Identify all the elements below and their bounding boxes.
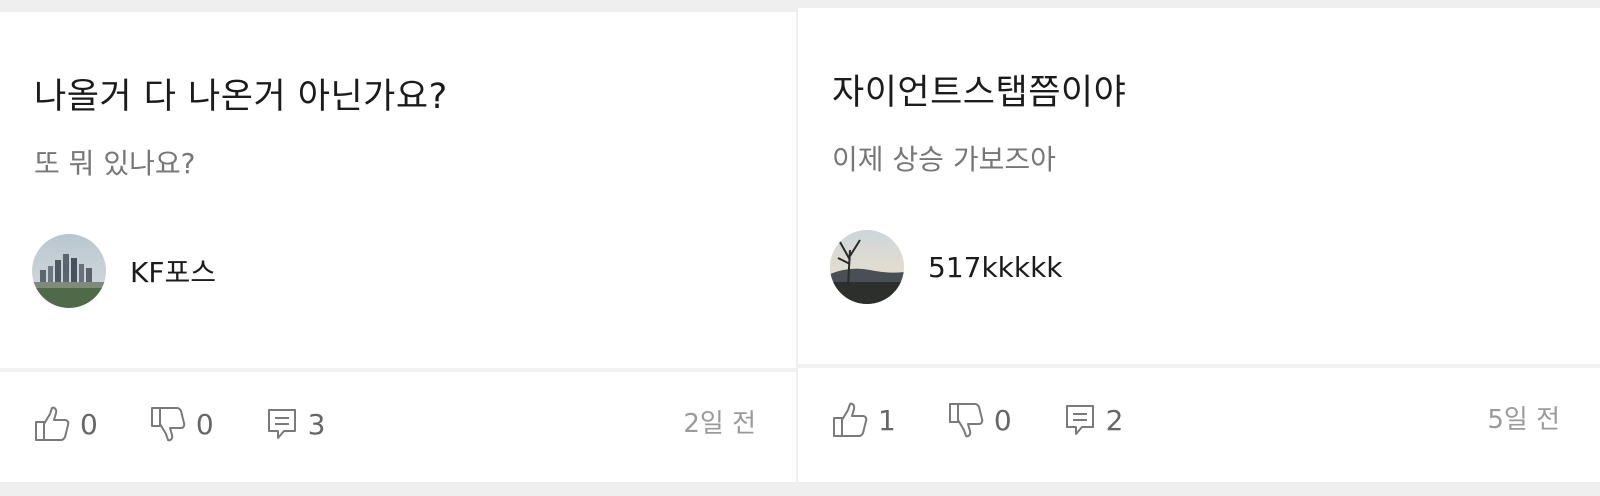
post-card[interactable]: 나올거 다 나온거 아닌가요? 또 뭐 있나요? KF포스 0 0 3 2일 전 bbox=[0, 12, 796, 482]
thumbs-down-icon bbox=[948, 401, 984, 439]
like-button[interactable]: 1 bbox=[832, 401, 896, 439]
username[interactable]: KF포스 bbox=[130, 251, 216, 291]
dislike-button[interactable]: 0 bbox=[150, 405, 214, 443]
divider bbox=[798, 364, 1600, 368]
comment-count: 2 bbox=[1105, 403, 1124, 437]
divider bbox=[0, 368, 796, 372]
post-body: 또 뭐 있나요? bbox=[34, 147, 196, 180]
comment-icon bbox=[266, 407, 298, 441]
post-actions: 0 0 3 bbox=[34, 404, 377, 444]
like-count: 0 bbox=[80, 407, 98, 441]
post-title[interactable]: 나올거 다 나온거 아닌가요? bbox=[34, 68, 448, 119]
comment-button[interactable]: 3 bbox=[266, 407, 326, 441]
thumbs-down-icon bbox=[150, 405, 186, 443]
post-author[interactable]: 517kkkkk bbox=[830, 230, 1063, 304]
dislike-button[interactable]: 0 bbox=[948, 401, 1012, 439]
avatar[interactable] bbox=[830, 230, 904, 304]
post-time: 2일 전 bbox=[683, 409, 756, 439]
thumbs-up-icon bbox=[832, 401, 868, 439]
post-actions: 1 0 2 bbox=[832, 400, 1175, 440]
dislike-count: 0 bbox=[993, 403, 1012, 437]
comment-count: 3 bbox=[307, 407, 326, 441]
post-title[interactable]: 자이언트스탭쯤이야 bbox=[832, 64, 1126, 115]
post-card[interactable]: 자이언트스탭쯤이야 이제 상승 가보즈아 517kkkkk 1 0 2 5일 전 bbox=[798, 8, 1600, 482]
username[interactable]: 517kkkkk bbox=[928, 251, 1063, 284]
post-time: 5일 전 bbox=[1487, 405, 1560, 435]
comment-icon bbox=[1064, 403, 1096, 437]
like-count: 1 bbox=[878, 403, 896, 437]
post-author[interactable]: KF포스 bbox=[32, 234, 216, 308]
thumbs-up-icon bbox=[34, 405, 70, 443]
dislike-count: 0 bbox=[195, 407, 214, 441]
avatar[interactable] bbox=[32, 234, 106, 308]
like-button[interactable]: 0 bbox=[34, 405, 98, 443]
comment-button[interactable]: 2 bbox=[1064, 403, 1124, 437]
post-body: 이제 상승 가보즈아 bbox=[832, 143, 1056, 176]
